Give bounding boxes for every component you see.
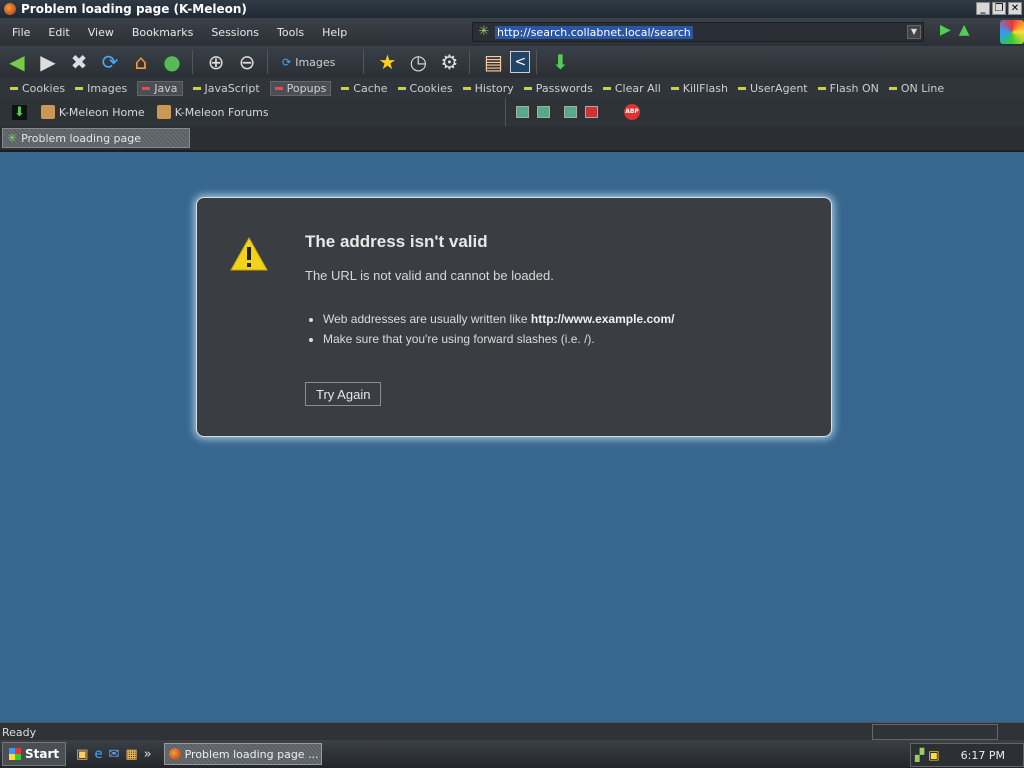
status-progress-panel (872, 724, 998, 740)
pref-killflash[interactable]: KillFlash (670, 82, 728, 95)
ie-icon[interactable]: e (94, 747, 102, 762)
status-bar: Ready (0, 722, 1024, 741)
explorer-icon[interactable]: ▦ (125, 747, 137, 762)
url-bar[interactable]: ✳ http://search.collabnet.local/search ▼ (472, 22, 924, 42)
pref-cache[interactable]: Cache (341, 82, 388, 95)
show-desktop-icon[interactable]: ▣ (76, 747, 88, 762)
menu-bookmarks[interactable]: Bookmarks (132, 26, 193, 39)
close-button[interactable]: ✕ (1008, 2, 1022, 15)
try-again-button[interactable]: Try Again (305, 382, 382, 406)
pref-useragent[interactable]: UserAgent (737, 82, 808, 95)
green-arrow-down-icon: ⬇ (12, 104, 27, 120)
download-icon[interactable]: ⬇ (546, 49, 574, 75)
window-title: Problem loading page (K-Meleon) (21, 2, 247, 16)
settings-gear-icon[interactable]: ⚙ (435, 49, 463, 75)
menu-edit[interactable]: Edit (48, 26, 69, 39)
tab-problem-loading[interactable]: ✳ Problem loading page (2, 128, 190, 148)
start-button[interactable]: Start (2, 742, 67, 766)
zoom-in-icon[interactable]: ⊕ (202, 49, 230, 75)
system-tray: ▞ ▣ 6:17 PM (910, 743, 1024, 767)
images-icon: ⟳ (282, 55, 292, 69)
pref-images[interactable]: Images (75, 82, 127, 95)
error-description: The URL is not valid and cannot be loade… (305, 268, 554, 283)
error-panel: The address isn't valid The URL is not v… (196, 197, 832, 437)
close-tab-icon[interactable] (585, 106, 598, 118)
suggestion-item: Make sure that you're using forward slas… (323, 332, 674, 346)
kmeleon-task-icon (168, 748, 181, 760)
warning-icon (230, 236, 268, 271)
go-arrow-icon[interactable]: ▶ (940, 22, 951, 38)
kmeleon-app-icon (4, 3, 16, 15)
tray-app-icon[interactable]: ▣ (928, 748, 939, 762)
more-chevron-icon[interactable]: » (144, 747, 152, 762)
tab-bar: ✳ Problem loading page (0, 126, 1024, 152)
navigation-toolbar: ◀ ▶ ✖ ⟳ ⌂ ● ⊕ ⊖ ⟳ Images ★ ◷ ⚙ ▤ < ⬇ (0, 46, 1024, 78)
home-icon[interactable]: ⌂ (127, 49, 155, 75)
pref-online[interactable]: ON Line (888, 82, 944, 95)
pref-popups[interactable]: Popups (269, 80, 332, 96)
new-tab-icon[interactable] (537, 106, 550, 118)
kmeleon-throbber-logo (1000, 20, 1024, 44)
up-arrow-icon[interactable]: ▲ (959, 22, 970, 38)
pref-javascript[interactable]: JavaScript (192, 82, 260, 95)
pref-history[interactable]: History (462, 82, 514, 95)
status-text: Ready (2, 725, 37, 739)
images-toggle-button[interactable]: ⟳ Images (282, 56, 335, 69)
network-icon[interactable]: ▞ (915, 748, 924, 762)
tab-tools: ABP (505, 98, 640, 126)
pref-bar: Cookies Images Java JavaScript Popups Ca… (0, 78, 1024, 98)
taskbar-item-kmeleon[interactable]: Problem loading page ... (163, 743, 322, 765)
pref-flash-on[interactable]: Flash ON (817, 82, 879, 95)
pref-passwords[interactable]: Passwords (523, 82, 593, 95)
forward-icon[interactable]: ▶ (34, 49, 62, 75)
bookmark-kmeleon-forums[interactable]: K-Meleon Forums (156, 105, 269, 119)
pref-java[interactable]: Java (137, 80, 183, 96)
adblock-plus-icon[interactable]: ABP (624, 104, 640, 120)
menu-view[interactable]: View (88, 26, 114, 39)
menu-file[interactable]: File (12, 26, 30, 39)
globe-icon[interactable]: ● (158, 49, 186, 75)
clock[interactable]: 6:17 PM (961, 749, 1005, 762)
restore-button[interactable]: ❐ (992, 2, 1006, 15)
reload-icon[interactable]: ⟳ (96, 49, 124, 75)
error-title: The address isn't valid (305, 232, 488, 251)
bookmarks-menu-button[interactable]: ⬇ (12, 104, 27, 120)
menu-help[interactable]: Help (322, 26, 347, 39)
error-suggestions: Web addresses are usually written like h… (305, 312, 674, 352)
windows-taskbar: Start ▣ e ✉ ▦ » Problem loading page ...… (0, 740, 1024, 768)
bookmark-star-icon[interactable]: ★ (373, 49, 401, 75)
url-actions: ▶ ▲ (940, 22, 970, 38)
back-icon[interactable]: ◀ (3, 49, 31, 75)
images-label: Images (295, 55, 336, 69)
tab-label: Problem loading page (21, 131, 142, 145)
quick-launch: ▣ e ✉ ▦ » (76, 747, 151, 762)
share-icon[interactable]: < (510, 51, 531, 73)
new-window-icon[interactable] (516, 106, 529, 118)
menu-sessions[interactable]: Sessions (211, 26, 259, 39)
menu-tools[interactable]: Tools (277, 26, 304, 39)
pref-cookies[interactable]: Cookies (10, 82, 65, 95)
stop-icon[interactable]: ✖ (65, 49, 93, 75)
page-info-icon[interactable]: ▤ (479, 49, 507, 75)
loading-tab-icon: ✳ (7, 131, 18, 145)
add-tab-icon[interactable] (564, 106, 577, 118)
page-content: The address isn't valid The URL is not v… (0, 152, 1024, 722)
pref-clear-cookies[interactable]: Cookies (397, 82, 453, 95)
bookmark-kmeleon-home[interactable]: K-Meleon Home (40, 105, 145, 119)
pref-clear-all[interactable]: Clear All (602, 82, 661, 95)
minimize-button[interactable]: _ (976, 2, 990, 15)
kmeleon-bookmark-icon (40, 105, 55, 119)
windows-logo-icon (9, 748, 21, 760)
outlook-icon[interactable]: ✉ (108, 747, 119, 762)
window-titlebar: Problem loading page (K-Meleon) _ ❐ ✕ (0, 0, 1024, 18)
window-controls: _ ❐ ✕ (976, 2, 1022, 15)
url-input[interactable]: http://search.collabnet.local/search (495, 25, 693, 39)
loading-throbber-icon: ✳ (478, 24, 490, 39)
kmeleon-bookmark-icon (156, 105, 171, 119)
history-clock-icon[interactable]: ◷ (404, 49, 432, 75)
url-dropdown-button[interactable]: ▼ (907, 25, 921, 39)
suggestion-item: Web addresses are usually written like h… (323, 312, 674, 326)
bookmarks-bar: ⬇ K-Meleon Home K-Meleon Forums ABP (0, 98, 1024, 126)
zoom-out-icon[interactable]: ⊖ (233, 49, 261, 75)
